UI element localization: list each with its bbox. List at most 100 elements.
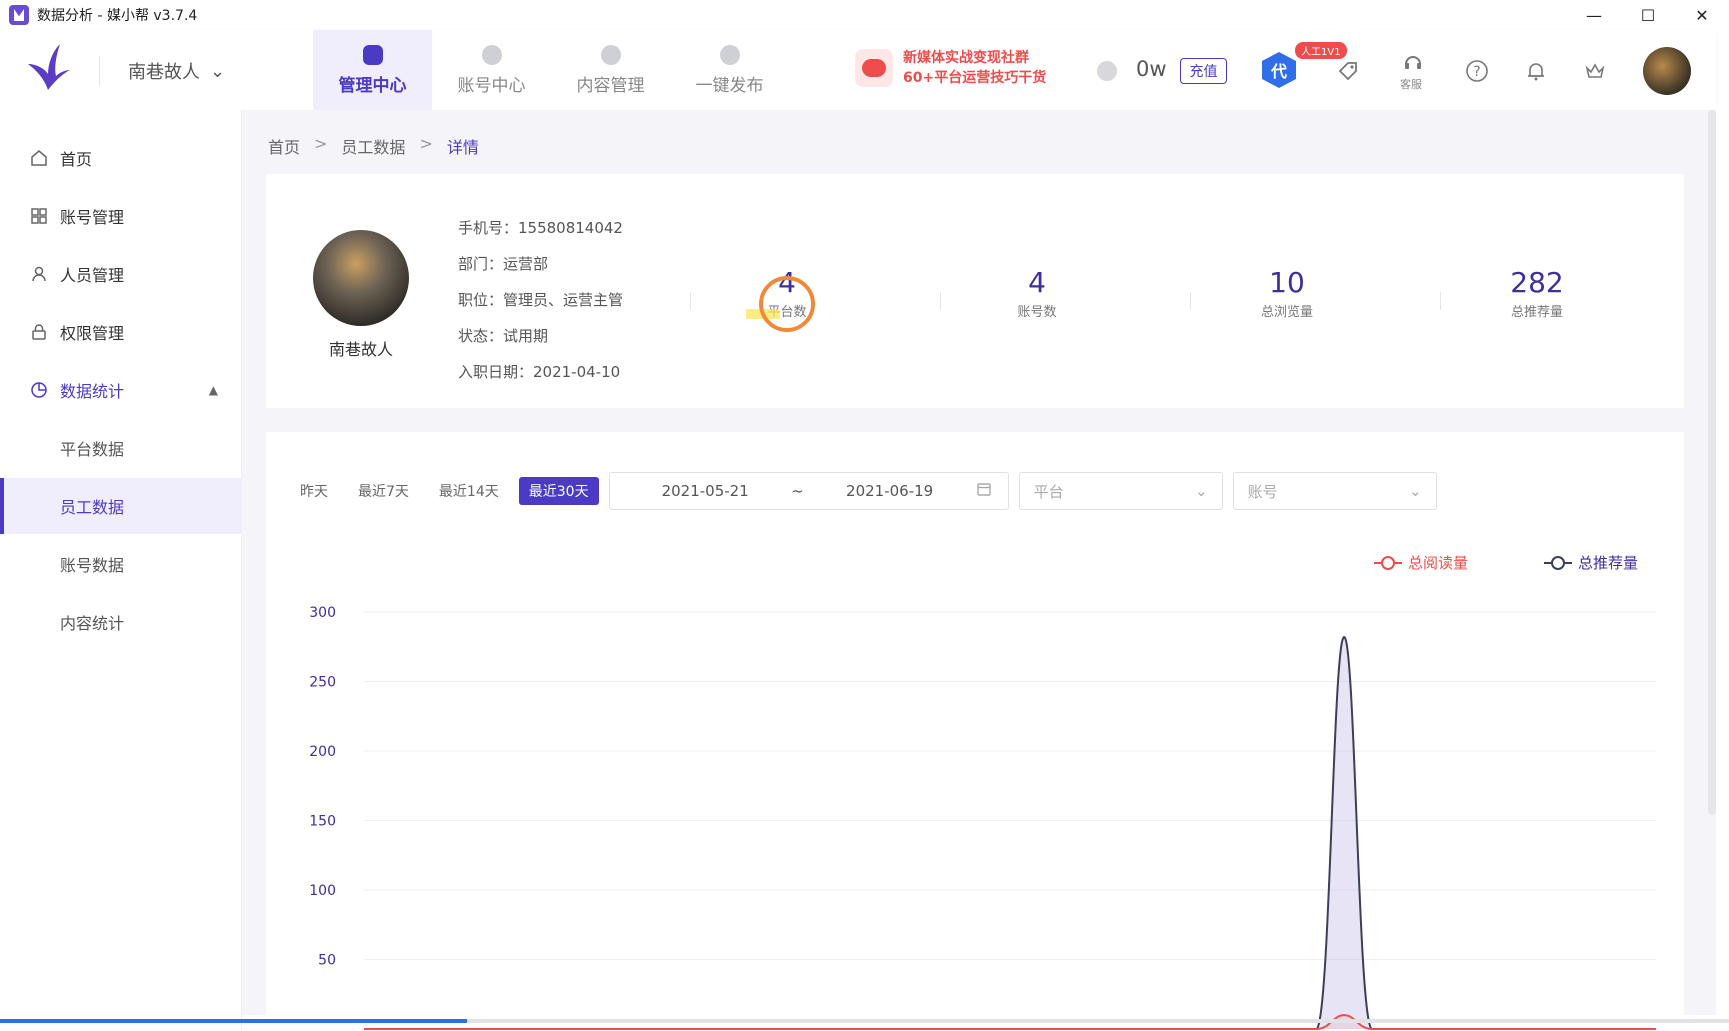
breadcrumb-home[interactable]: 首页	[268, 134, 300, 158]
y-tick-label: 50	[318, 953, 336, 969]
lock-icon	[30, 323, 48, 341]
sidebar-item-label: 人员管理	[60, 266, 125, 285]
chevron-up-icon: ▲	[208, 383, 218, 397]
stat-label: 账号数	[1017, 305, 1057, 320]
user-switcher[interactable]: 南巷故人 ⌄	[128, 58, 225, 84]
main-content: 首页 > 员工数据 > 详情 南巷故人 手机号：15580814042 部门：运…	[242, 110, 1716, 1031]
chart-card: 昨天 最近7天 最近14天 最近30天 2021-05-21 ~ 2021-06…	[266, 432, 1684, 1031]
nav-management-center[interactable]: 管理中心	[313, 30, 432, 110]
y-tick-label: 250	[309, 675, 336, 691]
vertical-scrollbar[interactable]	[1708, 110, 1716, 815]
sidebar-item-label: 账号管理	[60, 208, 125, 227]
publish-icon	[719, 44, 740, 65]
nav-one-click-publish[interactable]: 一键发布	[670, 30, 789, 110]
breadcrumb-separator: >	[314, 134, 328, 153]
briefcase-icon	[362, 44, 383, 65]
customer-service-label: 客服	[1400, 78, 1422, 91]
sidebar-item-permission-management[interactable]: 权限管理	[0, 304, 242, 360]
breadcrumb-current: 详情	[446, 138, 479, 157]
grid-icon	[30, 207, 48, 225]
maximize-icon[interactable]: ☐	[1621, 0, 1675, 30]
sidebar-item-label: 首页	[60, 150, 93, 169]
minimize-icon[interactable]: —	[1567, 0, 1621, 30]
sidebar-item-account-management[interactable]: 账号管理	[0, 188, 242, 244]
stat-total-views: 10 总浏览量	[1212, 266, 1362, 320]
help-icon[interactable]: ?	[1464, 58, 1490, 84]
promo-line-2: 60+平台运营技巧干货	[903, 70, 1047, 86]
stat-account-count: 4 账号数	[962, 266, 1112, 320]
brand-logo-icon[interactable]	[26, 42, 72, 92]
series-area	[364, 637, 1656, 1029]
breadcrumb: 首页 > 员工数据 > 详情	[268, 134, 479, 158]
profile-department: 部门：运营部	[458, 255, 549, 273]
stat-value: 4	[1028, 266, 1046, 299]
manual-1v1-badge: 人工1V1	[1295, 42, 1347, 59]
home-icon	[30, 149, 48, 167]
sidebar: 首页 账号管理 人员管理 权限管理 数据统计 ▲ 平台数据 员工数据 账号数据 …	[0, 110, 242, 1031]
progress-bar	[0, 1019, 1729, 1023]
sidebar-item-staff-data[interactable]: 员工数据	[0, 478, 242, 534]
agent-service-icon[interactable]: 代	[1262, 52, 1296, 88]
cursor-click-ring	[759, 276, 815, 332]
profile-position: 职位：管理员、运营主管	[458, 291, 624, 309]
balance-value: 0w	[1136, 57, 1167, 81]
promo-text: 新媒体实战变现社群 60+平台运营技巧干货	[903, 48, 1046, 88]
series-line	[364, 636, 1656, 1030]
account-icon	[481, 44, 502, 65]
window-controls: — ☐ ✕	[1567, 0, 1729, 30]
close-icon[interactable]: ✕	[1675, 0, 1729, 30]
stat-value: 10	[1269, 266, 1305, 299]
tag-icon[interactable]	[1335, 58, 1361, 84]
breadcrumb-staff-data[interactable]: 员工数据	[341, 134, 405, 158]
y-tick-label: 150	[309, 814, 336, 830]
svg-text:?: ?	[1473, 64, 1480, 80]
customer-service-icon[interactable]	[1400, 50, 1426, 76]
nav-label: 一键发布	[695, 75, 764, 96]
y-tick-label: 200	[309, 744, 336, 760]
profile-info: 手机号：15580814042 部门：运营部 职位：管理员、运营主管 状态：试用…	[458, 210, 623, 390]
nav-account-center[interactable]: 账号中心	[432, 30, 551, 110]
stat-total-recommendations: 282 总推荐量	[1462, 266, 1612, 320]
nav-label: 内容管理	[576, 75, 645, 96]
user-icon	[30, 265, 48, 283]
progress-fill	[0, 1019, 467, 1023]
nav-content-management[interactable]: 内容管理	[551, 30, 670, 110]
avatar[interactable]	[1643, 47, 1691, 95]
sidebar-item-content-statistics[interactable]: 内容统计	[0, 594, 242, 650]
crown-icon[interactable]	[1582, 58, 1608, 84]
breadcrumb-separator: >	[419, 134, 433, 153]
header-divider	[99, 56, 100, 86]
sidebar-item-staff-management[interactable]: 人员管理	[0, 246, 242, 302]
promo-banner[interactable]: 新媒体实战变现社群 60+平台运营技巧干货	[855, 48, 1046, 88]
sidebar-item-label: 权限管理	[60, 324, 125, 343]
chevron-down-icon: ⌄	[210, 60, 226, 82]
coin-icon	[1097, 61, 1117, 81]
chat-bubble-icon	[855, 49, 893, 87]
sidebar-item-label: 账号数据	[60, 556, 125, 575]
profile-avatar	[313, 230, 409, 326]
bell-icon[interactable]	[1523, 58, 1549, 84]
sidebar-item-label: 平台数据	[60, 440, 125, 459]
nav-label: 账号中心	[457, 75, 526, 96]
sidebar-item-label: 数据统计	[60, 382, 125, 401]
user-switcher-label: 南巷故人	[128, 62, 200, 83]
trend-chart: 50 100 150 200 250 300	[309, 605, 1656, 1030]
sidebar-item-label: 员工数据	[60, 498, 125, 517]
stat-divider	[690, 292, 691, 310]
recharge-button[interactable]: 充值	[1180, 58, 1227, 84]
promo-line-1: 新媒体实战变现社群	[903, 50, 1029, 66]
app-logo-icon	[9, 5, 29, 25]
stat-label: 总推荐量	[1510, 305, 1563, 320]
stat-label: 总浏览量	[1260, 305, 1313, 320]
sidebar-item-data-statistics[interactable]: 数据统计 ▲	[0, 362, 242, 418]
window-title: 数据分析 - 媒小帮 v3.7.4	[37, 8, 198, 24]
sidebar-item-platform-data[interactable]: 平台数据	[0, 420, 242, 476]
sidebar-item-label: 内容统计	[60, 614, 125, 633]
y-tick-label: 100	[309, 883, 336, 899]
profile-phone: 手机号：15580814042	[458, 219, 623, 237]
stat-divider	[1440, 292, 1441, 310]
pie-chart-icon	[30, 381, 48, 399]
stat-value: 282	[1510, 266, 1564, 299]
sidebar-item-account-data[interactable]: 账号数据	[0, 536, 242, 592]
sidebar-item-home[interactable]: 首页	[0, 130, 242, 186]
